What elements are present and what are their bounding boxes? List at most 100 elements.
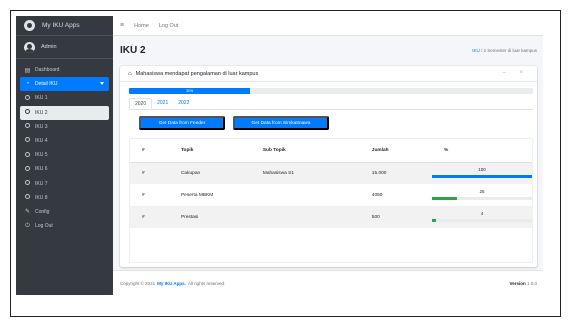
footer: Copyright © 2021 My IKU Apps. All rights… — [113, 270, 543, 295]
year-tabs: 2020 2021 2022 — [129, 98, 533, 110]
sidebar-item-iku-2[interactable]: IKU 2 — [20, 105, 109, 120]
tab-2022[interactable]: 2022 — [173, 98, 194, 109]
circle-icon — [24, 180, 31, 187]
sidebar-item-iku-5[interactable]: IKU 5 — [20, 148, 109, 162]
top-navbar: ≡ Home Log Out — [113, 16, 543, 36]
sidebar-item-iku-7[interactable]: IKU 7 — [20, 177, 109, 191]
row-percent: 4 — [432, 206, 532, 228]
tab-2020[interactable]: 2020 — [129, 98, 153, 109]
overall-progress-bar: 30% — [129, 88, 533, 94]
footer-version: Version 1.0.0 — [509, 281, 537, 286]
row-topik: Peserta MBKM — [180, 192, 214, 198]
brand-name: My IKU Apps — [42, 22, 80, 29]
iku-table-container: # Topik Sub Topik Jumlah % # Cakupan Mah… — [129, 138, 533, 263]
percent-label: 100 — [478, 167, 486, 173]
circle-icon — [24, 151, 31, 159]
version-label: Version — [509, 280, 526, 286]
row-jumlah: 15.000 — [359, 162, 432, 184]
col-subtopik: Sub Topik — [250, 139, 360, 163]
sidebar-item-label: IKU 7 — [35, 180, 48, 187]
nav-logout-link[interactable]: Log Out — [159, 23, 179, 29]
card-title: Mahasiswa mendapat pengalaman di luar ka… — [135, 70, 259, 77]
breadcrumb: IKU / 2 Semester di luar kampus — [472, 48, 537, 53]
sidebar-item-iku-3[interactable]: IKU 3 — [20, 120, 109, 134]
sidebar-item-label: Config — [35, 208, 50, 215]
sidebar-item-label: IKU 5 — [35, 152, 48, 159]
row-percent: 25 — [432, 184, 532, 206]
overall-progress-fill: 30% — [129, 88, 251, 94]
sidebar-item-label: Dashboard — [35, 67, 60, 73]
row-number: # — [142, 192, 145, 198]
sidebar-item-iku-6[interactable]: IKU 6 — [20, 162, 109, 176]
row-subtopik: Mahasiswa S1 — [250, 162, 360, 184]
percent-bar — [432, 197, 532, 200]
col-topik: Topik — [168, 139, 251, 163]
percent-bar-fill — [432, 219, 436, 222]
wrench-icon: ✎ — [24, 209, 31, 216]
content-wrapper: IKU 2 IKU / 2 Semester di luar kampus ⌂ … — [113, 36, 543, 270]
sidebar-item-label: IKU 8 — [35, 194, 48, 201]
sidebar-item-label: IKU 2 — [35, 109, 48, 116]
sidebar: My IKU Apps Admin ▤ Dashboard ◔ Detail I… — [16, 16, 113, 295]
row-topik: Cakupan — [168, 162, 251, 184]
brand[interactable]: My IKU Apps — [16, 16, 113, 36]
table-row: # Prestasi 500 4 — [130, 206, 532, 228]
circle-icon — [24, 123, 31, 130]
percent-bar-fill — [432, 197, 457, 200]
power-icon: ⏻ — [25, 222, 30, 229]
user-name: Admin — [41, 44, 57, 50]
circle-icon — [24, 194, 31, 201]
sidebar-item-label: IKU 3 — [35, 123, 48, 130]
row-number: # — [130, 162, 169, 184]
table-row: # Cakupan Mahasiswa S1 15.000 100 — [130, 162, 532, 184]
dashboard-icon: ▤ — [24, 67, 31, 74]
chevron-down-icon — [100, 82, 104, 86]
sidebar-item-iku-1[interactable]: IKU 1 — [20, 91, 109, 105]
footer-copyright: Copyright © 2021 — [120, 280, 156, 286]
iku-card: ⌂ Mahasiswa mendapat pengalaman di luar … — [120, 66, 537, 267]
circle-icon — [24, 137, 31, 144]
sidebar-item-iku-4[interactable]: IKU 4 — [20, 134, 109, 148]
breadcrumb-current: 2 Semester di luar kampus — [483, 48, 537, 53]
row-topik: Prestasi — [168, 206, 251, 228]
percent-label: 25 — [479, 189, 485, 194]
breadcrumb-link-iku[interactable]: IKU — [472, 48, 480, 53]
sidebar-item-iku-8[interactable]: IKU 8 — [20, 191, 109, 205]
menu-toggle-icon[interactable]: ≡ — [120, 22, 124, 29]
footer-app-link[interactable]: My IKU Apps. — [157, 281, 186, 286]
university-icon: ⌂ — [128, 70, 132, 77]
user-panel[interactable]: Admin — [16, 36, 113, 59]
sidebar-item-config[interactable]: ✎ Config — [20, 205, 109, 219]
card-tools[interactable]: – × — [502, 70, 529, 76]
sidebar-item-label: IKU 4 — [35, 137, 48, 144]
row-jumlah: 500 — [359, 206, 432, 228]
row-subtopik — [251, 184, 360, 206]
sidebar-menu: ▤ Dashboard ◔ Detail IKU IKU 1 IKU 2 IKU… — [16, 59, 113, 233]
user-avatar-icon — [24, 41, 35, 53]
sidebar-item-label: IKU 1 — [35, 95, 48, 102]
get-data-feeder-button[interactable]: Get Data from Feeder — [139, 116, 225, 130]
col-number: # — [130, 139, 169, 163]
footer-rights: All rights reserved. — [187, 280, 226, 286]
circle-icon — [24, 109, 31, 116]
sidebar-item-detail-iku[interactable]: ◔ Detail IKU — [20, 77, 109, 92]
tab-2021[interactable]: 2021 — [152, 98, 173, 109]
version-value: 1.0.0 — [526, 280, 537, 286]
tachometer-icon: ◔ — [25, 81, 30, 88]
nav-home-link[interactable]: Home — [134, 23, 149, 29]
row-percent: 100 — [432, 162, 532, 184]
sidebar-item-dashboard[interactable]: ▤ Dashboard — [20, 63, 109, 77]
table-row: # Peserta MBKM 4050 25 — [130, 184, 532, 206]
percent-label: 4 — [480, 211, 484, 216]
col-jumlah: Jumlah — [359, 139, 432, 163]
sidebar-item-label: Log Out — [35, 223, 53, 230]
row-number: # — [130, 206, 169, 228]
get-data-simkatmawa-button[interactable]: Get Data from Simkatmawa — [233, 116, 329, 130]
sidebar-item-logout[interactable]: ⏻ Log Out — [20, 219, 109, 233]
percent-bar — [432, 175, 532, 179]
row-subtopik — [250, 206, 360, 228]
sidebar-item-label: Detail IKU — [35, 81, 58, 88]
iku-table: # Topik Sub Topik Jumlah % # Cakupan Mah… — [130, 139, 532, 228]
brand-logo-icon — [24, 20, 35, 31]
circle-icon — [24, 165, 31, 173]
